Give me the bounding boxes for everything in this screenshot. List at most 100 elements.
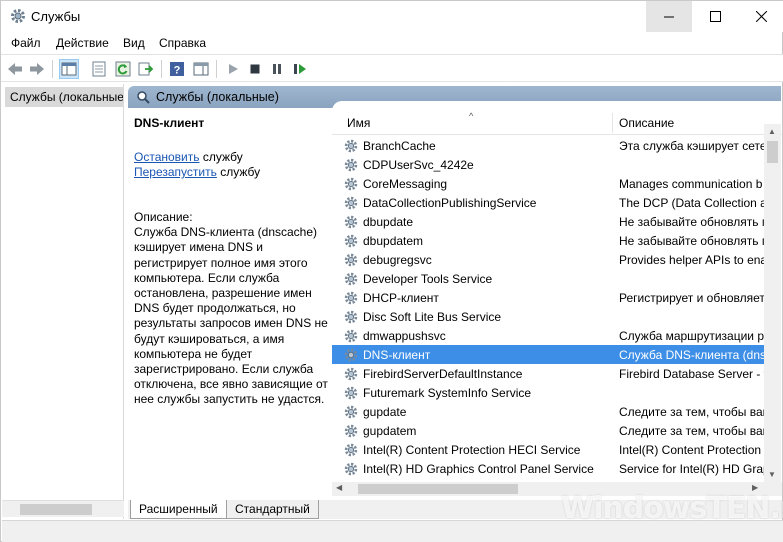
description-line: DNS будет продолжаться, но (134, 301, 296, 316)
service-name: DataCollectionPublishingService (363, 196, 537, 210)
description-line: зарегистрировано. Если служба (134, 362, 314, 377)
service-description: Provides helper APIs to enal (619, 253, 769, 267)
scrollbar-thumb[interactable] (767, 141, 778, 163)
service-name: dbupdate (363, 215, 414, 229)
column-divider[interactable] (612, 113, 613, 133)
service-gear-icon (343, 290, 359, 306)
service-description: Служба DNS-клиента (dns (619, 348, 767, 362)
service-gear-icon (343, 442, 359, 458)
table-row[interactable]: DHCP-клиент Регистрирует и обновляет (332, 288, 765, 307)
console-tree: Службы (локальные) (2, 84, 124, 519)
action-pane-icon (193, 62, 209, 76)
refresh-icon (115, 61, 131, 77)
title-bar: Службы (1, 1, 783, 32)
maximize-button[interactable] (692, 1, 738, 32)
scroll-down-icon[interactable]: ▼ (768, 470, 776, 479)
services-pane: Службы (локальные) DNS-клиент Остановить… (128, 84, 782, 519)
column-header-name[interactable]: Имя (347, 116, 370, 130)
service-actions: Остановить службу Перезапустить службу (134, 150, 334, 180)
description-line: нее службы запустить не удастся. (134, 392, 325, 407)
selected-service-title: DNS-клиент (134, 116, 205, 130)
properties-button[interactable] (89, 59, 109, 79)
table-row[interactable]: Disc Soft Lite Bus Service (332, 307, 764, 326)
export-list-button[interactable] (136, 59, 156, 79)
table-row[interactable]: Intel(R) HD Graphics Control Panel Servi… (332, 459, 769, 478)
table-row[interactable]: Intel(R) Content Protection HECI Service… (332, 440, 764, 459)
service-gear-icon (343, 309, 359, 325)
services-rows: BranchCache Эта служба кэширует сете CDPUs… (332, 136, 769, 478)
service-gear-icon (343, 138, 359, 154)
menu-file[interactable]: Файл (11, 36, 41, 50)
close-icon (755, 11, 767, 22)
service-gear-icon (343, 195, 359, 211)
show-action-pane-button[interactable] (191, 59, 211, 79)
scrollbar-thumb[interactable] (20, 504, 92, 515)
table-row[interactable]: DataCollectionPublishingService The DCP (… (332, 193, 767, 212)
start-service-button[interactable] (223, 59, 243, 79)
table-row[interactable]: gupdate Следите за тем, чтобы ваш (332, 402, 769, 421)
description-line: остановлена, разрешение имен (134, 286, 312, 301)
close-button[interactable] (738, 1, 783, 32)
table-row[interactable]: Developer Tools Service (332, 269, 764, 288)
pane-header-title: Службы (локальные) (156, 90, 279, 104)
sort-ascending-icon: ^ (469, 111, 474, 121)
restart-service-link[interactable]: Перезапустить (134, 165, 217, 179)
stop-service-button[interactable] (245, 59, 265, 79)
service-name: Developer Tools Service (363, 272, 493, 286)
table-row[interactable]: dmwappushsvc Служба маршрутизации р (332, 326, 764, 345)
refresh-button[interactable] (113, 59, 133, 79)
service-description: Описание: Служба DNS-клиента (dnscache) … (134, 210, 334, 408)
services-list: ^ Имя Описание BranchCache Эта служба кэш… (332, 101, 782, 499)
stop-service-link[interactable]: Остановить (134, 150, 200, 164)
scrollbar-thumb[interactable] (358, 484, 518, 494)
back-button[interactable] (5, 59, 25, 79)
tree-item-services-local[interactable]: Службы (локальные) (5, 87, 123, 107)
table-row[interactable]: BranchCache Эта служба кэширует сете (332, 136, 767, 155)
service-description: Intel(R) Content Protection (619, 443, 762, 457)
show-console-tree-button[interactable] (59, 59, 79, 79)
table-row[interactable]: gupdatem Следите за тем, чтобы ваш (332, 421, 769, 440)
table-row[interactable]: dbupdate Не забывайте обновлять п (332, 212, 768, 231)
service-name: DNS-клиент (363, 348, 431, 362)
description-line: результаты запросов имен DNS не (134, 316, 328, 331)
menu-action[interactable]: Действие (56, 36, 109, 50)
scroll-left-icon[interactable]: ◀ (336, 483, 342, 492)
service-name: Futuremark SystemInfo Service (363, 386, 532, 400)
menu-help[interactable]: Справка (159, 36, 206, 50)
description-line: компьютера. Если служба (134, 270, 280, 285)
service-name: FirebirdServerDefaultInstance (363, 367, 523, 381)
window-title: Службы (31, 9, 81, 24)
list-vertical-scrollbar[interactable]: ▲ ▼ (764, 124, 781, 483)
column-header-description[interactable]: Описание (619, 116, 674, 130)
table-row[interactable]: FirebirdServerDefaultInstance Firebird Da… (332, 364, 769, 383)
tree-horizontal-scrollbar[interactable] (2, 500, 124, 517)
table-row[interactable]: CoreMessaging Manages communication b (332, 174, 764, 193)
service-gear-icon (343, 423, 359, 439)
scroll-up-icon[interactable]: ▲ (768, 127, 776, 136)
tab-extended[interactable]: Расширенный (130, 500, 227, 519)
services-gear-icon (11, 9, 25, 23)
minimize-button[interactable] (646, 1, 692, 32)
svg-text:?: ? (174, 65, 181, 77)
restart-service-button[interactable] (290, 59, 310, 79)
forward-button[interactable] (27, 59, 47, 79)
table-row[interactable]: debugregsvc Provides helper APIs to enal (332, 250, 769, 269)
table-row[interactable]: CDPUserSvc_4242e (332, 155, 764, 174)
help-button[interactable]: ? (167, 59, 187, 79)
help-icon: ? (170, 62, 184, 77)
minimize-icon (663, 16, 674, 18)
stop-icon (250, 64, 260, 74)
service-gear-icon (343, 385, 359, 401)
service-gear-icon (343, 461, 359, 477)
menu-view[interactable]: Вид (123, 36, 145, 50)
table-row[interactable]: DNS-клиент Служба DNS-клиента (dns (332, 345, 766, 364)
service-description: Service for Intel(R) HD Grap (619, 462, 769, 476)
service-description: Следите за тем, чтобы ваш (619, 424, 769, 438)
table-row[interactable]: Futuremark SystemInfo Service (332, 383, 764, 402)
pause-service-button[interactable] (267, 59, 287, 79)
service-gear-icon (343, 252, 359, 268)
service-description: The DCP (Data Collection a (619, 196, 767, 210)
table-row[interactable]: dbupdatem Не забывайте обновлять п (332, 231, 768, 250)
tab-standard[interactable]: Стандартный (226, 500, 319, 519)
service-gear-icon (343, 347, 359, 363)
